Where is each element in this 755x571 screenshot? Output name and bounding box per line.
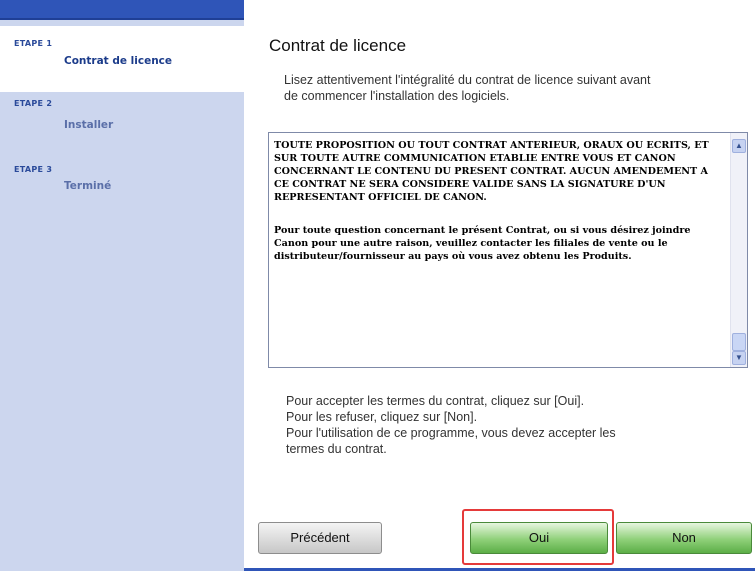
intro-line-1: Lisez attentivement l'intégralité du con…	[284, 73, 651, 87]
step-2-heading: ETAPE 2	[14, 99, 53, 108]
accept-line-2: Pour les refuser, cliquez sur [Non].	[286, 410, 478, 424]
intro-line-2: de commencer l'installation des logiciel…	[284, 89, 510, 103]
yes-button[interactable]: Oui	[470, 522, 608, 554]
page-title: Contrat de licence	[269, 36, 407, 55]
no-button[interactable]: Non	[616, 522, 752, 554]
accept-line-3: Pour l'utilisation de ce programme, vous…	[286, 426, 616, 440]
scrollbar-thumb[interactable]	[732, 333, 746, 351]
step-3-heading: ETAPE 3	[14, 165, 53, 174]
license-paragraph-1: TOUTE PROPOSITION OU TOUT CONTRAT ANTERI…	[274, 140, 709, 203]
accept-line-1: Pour accepter les termes du contrat, cli…	[286, 394, 585, 408]
scroll-down-arrow-icon[interactable]: ▼	[732, 351, 746, 365]
step-sidebar: ETAPE 1 Contrat de licence ETAPE 2 Insta…	[0, 0, 244, 571]
step-2-label: Installer	[64, 119, 114, 131]
license-content: TOUTE PROPOSITION OU TOUT CONTRAT ANTERI…	[274, 139, 726, 283]
step-1-label: Contrat de licence	[64, 55, 173, 67]
intro-text: Lisez attentivement l'intégralité du con…	[284, 72, 744, 104]
license-paragraph-2: Pour toute question concernant le présen…	[274, 225, 691, 262]
license-text-box[interactable]: TOUTE PROPOSITION OU TOUT CONTRAT ANTERI…	[268, 132, 748, 368]
sidebar-header-bar	[0, 0, 244, 20]
scroll-up-arrow-icon[interactable]: ▲	[732, 139, 746, 153]
accept-instructions: Pour accepter les termes du contrat, cli…	[286, 393, 736, 457]
license-scrollbar[interactable]: ▲ ▼	[730, 133, 747, 367]
step-3-label: Terminé	[64, 180, 112, 192]
step-1-heading: ETAPE 1	[14, 39, 53, 48]
previous-button[interactable]: Précédent	[258, 522, 382, 554]
accept-line-4: termes du contrat.	[286, 442, 387, 456]
